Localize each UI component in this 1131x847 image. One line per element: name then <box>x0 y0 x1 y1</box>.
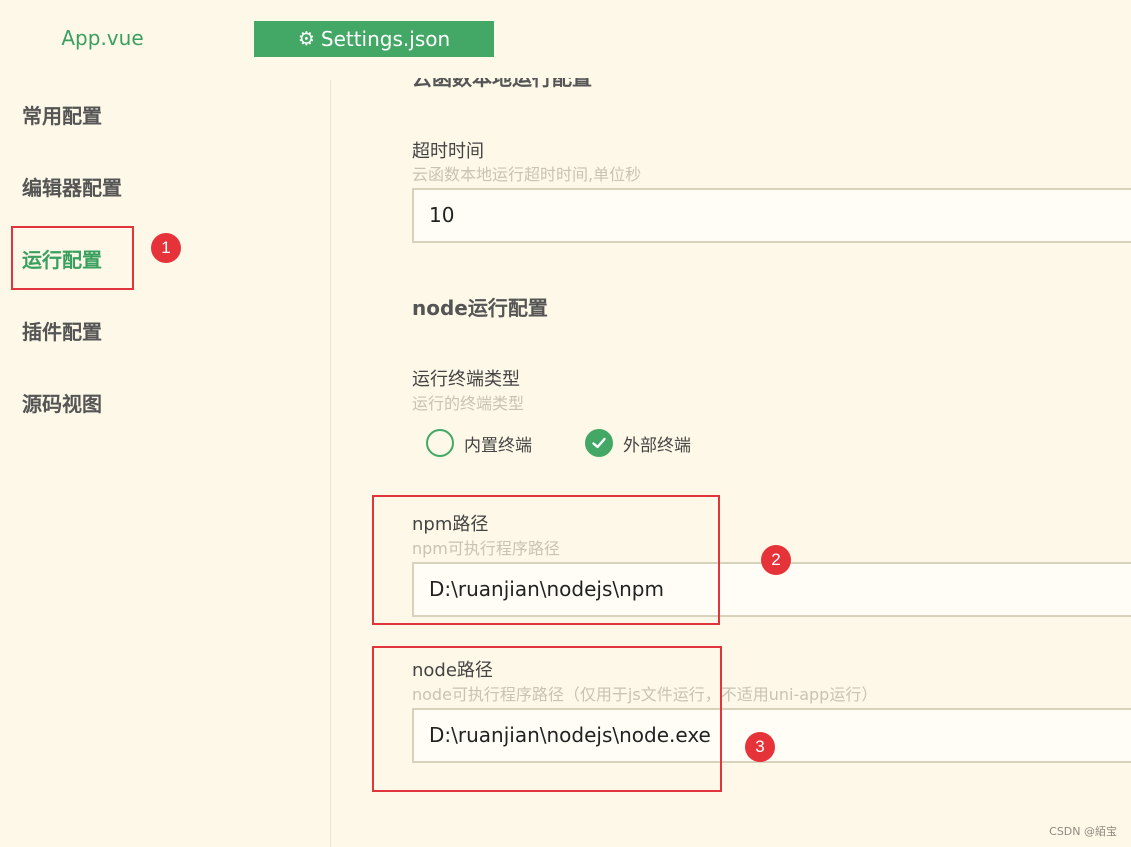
tab-app-vue[interactable]: App.vue <box>40 20 165 57</box>
watermark: CSDN @絔宝 <box>1049 825 1117 838</box>
terminal-type-label: 运行终端类型 <box>412 369 520 390</box>
annotation-marker-2: 2 <box>761 545 791 575</box>
radio-builtin-terminal[interactable]: 内置终端 <box>426 428 532 458</box>
timeout-label: 超时时间 <box>412 141 484 162</box>
tab-settings-json-label: Settings.json <box>320 27 451 51</box>
tab-settings-json[interactable]: ⚙ Settings.json <box>254 21 494 57</box>
annotation-marker-3: 3 <box>745 732 775 762</box>
sidebar-item-source-view[interactable]: 源码视图 <box>22 390 102 418</box>
timeout-description: 云函数本地运行超时时间,单位秒 <box>412 165 642 184</box>
gear-icon: ⚙ <box>297 27 315 50</box>
radio-external-terminal[interactable]: 外部终端 <box>585 428 691 458</box>
sidebar-item-common-config[interactable]: 常用配置 <box>22 102 102 130</box>
sidebar-item-plugin-config[interactable]: 插件配置 <box>22 318 102 346</box>
terminal-type-description: 运行的终端类型 <box>412 394 525 413</box>
annotation-box-run-config <box>11 226 134 290</box>
sidebar-divider <box>330 80 331 847</box>
radio-builtin-terminal-label: 内置终端 <box>464 435 532 456</box>
section-title-node-run: node运行配置 <box>412 296 548 320</box>
annotation-box-npm-path <box>372 495 720 625</box>
radio-circle-unchecked[interactable] <box>426 429 454 457</box>
sidebar-item-editor-config[interactable]: 编辑器配置 <box>22 174 122 202</box>
checkmark-icon[interactable] <box>585 429 613 457</box>
timeout-input[interactable]: 10 <box>412 188 1131 243</box>
radio-external-terminal-label: 外部终端 <box>623 435 691 456</box>
annotation-marker-1: 1 <box>151 233 181 263</box>
annotation-box-node-path <box>372 646 722 792</box>
